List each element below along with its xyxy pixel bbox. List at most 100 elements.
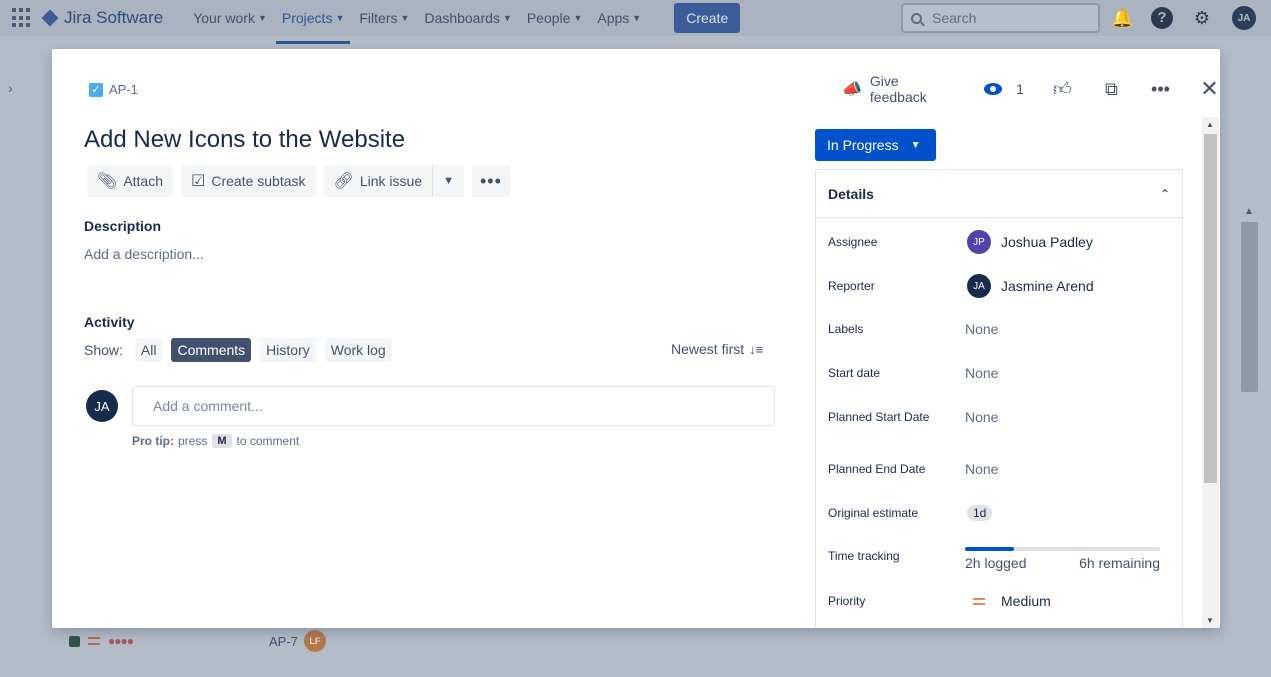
profile-avatar[interactable]: JA <box>1232 6 1256 30</box>
scroll-up-arrow-icon[interactable]: ▲ <box>1206 120 1214 129</box>
create-subtask-button[interactable]: ☑ Create subtask <box>181 165 316 197</box>
field-reporter: Reporter JA Jasmine Arend <box>828 274 1094 298</box>
description-field[interactable]: Add a description... <box>84 246 204 262</box>
modal-scrollbar[interactable]: ▲ ▼ <box>1202 117 1219 628</box>
eye-icon <box>984 83 1003 95</box>
activity-heading: Activity <box>84 314 135 330</box>
chevron-down-icon: ▼ <box>257 13 267 23</box>
show-label: Show: <box>84 342 123 358</box>
chevron-down-icon: ▼ <box>335 13 345 23</box>
time-tracking-widget[interactable]: 2h logged 6h remaining <box>965 547 1160 571</box>
close-icon[interactable]: ✕ <box>1199 76 1220 102</box>
issue-key-breadcrumb[interactable]: ✓ AP-1 <box>89 82 138 97</box>
link-icon: 🔗︎ <box>333 173 354 190</box>
chevron-down-icon: ▼ <box>632 13 642 23</box>
app-switcher-icon[interactable] <box>12 8 32 28</box>
issue-modal: ✓ AP-1 📣 Give feedback 1 👍︎ ⧉ ••• ✕ Add … <box>52 49 1220 628</box>
priority-value[interactable]: Medium <box>965 593 1051 609</box>
more-toolbar-button[interactable]: ••• <box>472 165 510 197</box>
modal-header-tools: 📣 Give feedback 1 👍︎ ⧉ ••• ✕ <box>842 73 1220 105</box>
status-dropdown-button[interactable]: In Progress ▼ <box>815 129 936 161</box>
megaphone-icon: 📣 <box>842 81 862 98</box>
comment-input[interactable]: Add a comment... <box>132 386 775 426</box>
comment-user-avatar: JA <box>86 390 118 422</box>
time-logged: 2h logged <box>965 555 1027 571</box>
field-time-tracking: Time tracking <box>828 549 900 563</box>
filter-history-button[interactable]: History <box>260 338 316 362</box>
thumbs-up-icon[interactable]: 👍︎ <box>1052 78 1073 100</box>
labels-value[interactable]: None <box>965 321 998 337</box>
description-heading: Description <box>84 218 162 234</box>
chevron-down-icon: ▼ <box>910 139 921 151</box>
nav-item-projects[interactable]: Projects ▼ <box>275 0 351 44</box>
scroll-down-arrow-icon[interactable]: ▼ <box>1206 616 1214 625</box>
jira-diamond-icon <box>41 9 59 27</box>
sidebar-expand-icon[interactable]: › <box>8 80 13 96</box>
attach-button[interactable]: 📎︎ Attach <box>87 165 174 197</box>
create-button[interactable]: Create <box>674 3 741 33</box>
issue-toolbar: 📎︎ Attach ☑ Create subtask 🔗︎ Link issue… <box>87 165 518 197</box>
link-issue-button[interactable]: 🔗︎ Link issue <box>323 165 433 197</box>
nav-item-apps[interactable]: Apps ▼ <box>591 0 647 36</box>
more-actions-icon[interactable]: ••• <box>1150 79 1171 100</box>
help-icon[interactable]: ? <box>1151 7 1173 29</box>
field-start-date: Start date None <box>828 365 999 381</box>
filter-comments-button[interactable]: Comments <box>171 338 252 362</box>
chevron-down-icon: ▼ <box>502 13 512 23</box>
original-estimate-value[interactable]: 1d <box>965 505 993 521</box>
search-placeholder: Search <box>932 10 977 26</box>
chevron-down-icon: ▼ <box>443 175 454 187</box>
keyboard-shortcut-key: M <box>212 434 232 448</box>
task-type-icon: ✓ <box>89 82 103 97</box>
chevron-up-icon[interactable]: ⌃ <box>1160 187 1170 201</box>
sort-order-button[interactable]: Newest first ↓≡ <box>671 341 763 357</box>
notifications-icon[interactable]: 🔔 <box>1111 7 1133 29</box>
field-planned-start-date: Planned Start Date None <box>828 409 999 425</box>
field-planned-end-date: Planned End Date None <box>828 461 999 477</box>
link-issue-dropdown-button[interactable]: ▼ <box>432 165 464 197</box>
subtask-icon: ☑ <box>191 173 206 190</box>
pro-tip: Pro tip: press M to comment <box>132 434 300 448</box>
watch-count: 1 <box>1016 81 1024 97</box>
field-original-estimate: Original estimate 1d <box>828 505 993 521</box>
give-feedback-label: Give feedback <box>869 73 927 105</box>
issue-key: AP-1 <box>109 82 138 97</box>
planned-start-date-value[interactable]: None <box>965 409 998 425</box>
assignee-value[interactable]: JP Joshua Padley <box>965 230 1093 254</box>
share-icon[interactable]: ⧉ <box>1101 79 1122 100</box>
give-feedback-button[interactable]: 📣 Give feedback <box>842 73 954 105</box>
start-date-value[interactable]: None <box>965 365 998 381</box>
watch-button[interactable]: 1 <box>984 81 1024 97</box>
planned-end-date-value[interactable]: None <box>965 461 998 477</box>
chevron-down-icon: ▼ <box>400 13 410 23</box>
nav-item-people[interactable]: People ▼ <box>521 0 589 36</box>
nav-item-filters[interactable]: Filters ▼ <box>353 0 415 36</box>
background-scrollbar <box>1241 222 1258 392</box>
settings-gear-icon[interactable]: ⚙ <box>1191 7 1213 29</box>
search-input[interactable]: Search <box>901 3 1100 33</box>
reporter-value[interactable]: JA Jasmine Arend <box>965 274 1094 298</box>
filter-work-log-button[interactable]: Work log <box>324 338 392 362</box>
time-tracking-labels: 2h logged 6h remaining <box>965 555 1160 571</box>
nav-items: Your work ▼ Projects ▼ Filters ▼ Dashboards… <box>187 0 650 44</box>
nav-item-your-work[interactable]: Your work ▼ <box>187 0 273 36</box>
issue-title[interactable]: Add New Icons to the Website <box>84 126 405 154</box>
brand-name: Jira Software <box>64 8 164 27</box>
story-icon <box>69 635 80 647</box>
jira-logo[interactable]: Jira Software <box>41 8 164 28</box>
sort-icon: ↓≡ <box>749 341 764 357</box>
background-assignee-avatar: LF <box>303 630 326 652</box>
paperclip-icon: 📎︎ <box>97 173 118 190</box>
reporter-avatar: JA <box>967 274 991 298</box>
background-issue-key: AP-7 <box>269 633 298 649</box>
details-header[interactable]: Details ⌃ <box>816 170 1182 218</box>
priority-medium-icon <box>88 637 100 645</box>
scrollbar-thumb[interactable] <box>1204 134 1217 483</box>
nav-item-dashboards[interactable]: Dashboards ▼ <box>418 0 517 36</box>
filter-all-button[interactable]: All <box>134 338 163 362</box>
placeholder-dots-icon: ●●●● <box>108 634 134 648</box>
assignee-avatar: JP <box>967 230 991 254</box>
field-priority: Priority Medium <box>828 593 1051 609</box>
estimate-lozenge: 1d <box>967 505 993 521</box>
time-tracking-fill <box>965 547 1014 551</box>
